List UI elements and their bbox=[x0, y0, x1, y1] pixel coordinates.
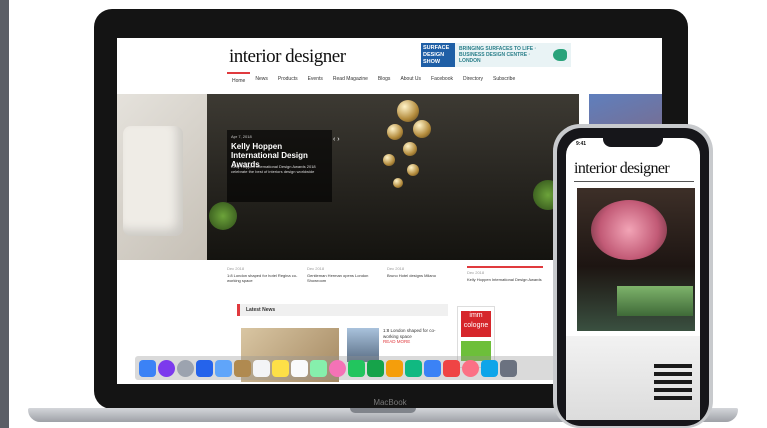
nav-item-subscribe[interactable]: Subscribe bbox=[488, 72, 520, 86]
stair-line bbox=[654, 372, 692, 376]
nav-item-about-us[interactable]: About Us bbox=[395, 72, 426, 86]
laptop-notch bbox=[350, 408, 416, 413]
nav-item-events[interactable]: Events bbox=[303, 72, 328, 86]
thumb-date: Dec 2018 bbox=[467, 270, 485, 275]
slider-thumb[interactable]: Dec 2018 Gentleman Herman opens London S… bbox=[307, 266, 383, 283]
appstore-icon[interactable] bbox=[481, 359, 498, 377]
window-edge bbox=[0, 0, 9, 428]
thumb-title: Bruno Hotel designs Milano bbox=[387, 273, 436, 278]
reminders-icon[interactable] bbox=[291, 359, 308, 377]
nav-item-news[interactable]: News bbox=[250, 72, 273, 86]
macbook-label: MacBook bbox=[373, 398, 407, 407]
nav-item-blogs[interactable]: Blogs bbox=[373, 72, 396, 86]
hero-date: Apr 7, 2018 bbox=[231, 134, 252, 139]
contacts-icon[interactable] bbox=[234, 359, 251, 377]
latest-news-header: Latest News bbox=[237, 304, 448, 316]
pages-icon[interactable] bbox=[386, 359, 403, 377]
nav-item-directory[interactable]: Directory bbox=[458, 72, 488, 86]
news-excerpt: 1:8 London shaped for co-working space R… bbox=[383, 328, 443, 345]
stair-line bbox=[654, 388, 692, 392]
finder-icon[interactable] bbox=[139, 359, 156, 377]
chevron-right-icon[interactable]: › bbox=[337, 136, 339, 143]
safari-icon[interactable] bbox=[196, 359, 213, 377]
numbers-icon[interactable] bbox=[405, 359, 422, 377]
hero-arrows: ‹ › bbox=[333, 136, 340, 143]
music-icon[interactable] bbox=[462, 359, 479, 377]
slider-thumb-active[interactable]: Dec 2018 Kelly Hoppen International Desi… bbox=[467, 266, 543, 283]
pendant-orb bbox=[383, 154, 395, 166]
maps-icon[interactable] bbox=[310, 359, 327, 377]
chevron-left-icon[interactable]: ‹ bbox=[333, 136, 335, 143]
keynote-icon[interactable] bbox=[424, 359, 441, 377]
header-ad-banner[interactable]: SURFACE DESIGN SHOW BRINGING SURFACES TO… bbox=[421, 43, 571, 67]
phone-status-time: 9:41 bbox=[576, 141, 587, 147]
thumb-date: Dec 2018 bbox=[307, 266, 325, 271]
phone-secondary-image[interactable] bbox=[566, 336, 700, 420]
imm-cologne-logo: imm cologne bbox=[461, 311, 491, 337]
macos-dock bbox=[135, 356, 564, 380]
thumb-title: 1:8 London shaped for hotel Regina co-wo… bbox=[227, 273, 298, 283]
bar-counter-image bbox=[617, 286, 693, 316]
read-more-link[interactable]: READ MORE bbox=[383, 339, 443, 345]
thumb-title: Kelly Hoppen International Design Awards bbox=[467, 277, 542, 282]
pendant-orb bbox=[413, 120, 431, 138]
settings-icon[interactable] bbox=[500, 359, 517, 377]
ad-brand: SURFACE DESIGN SHOW bbox=[421, 43, 455, 67]
pendant-orb bbox=[393, 178, 403, 188]
news-title[interactable]: 1:8 London shaped for co-working space bbox=[383, 328, 443, 339]
nav-item-home[interactable]: Home bbox=[227, 72, 251, 88]
facetime-icon[interactable] bbox=[367, 359, 384, 377]
slider-thumb[interactable]: Dec 2018 1:8 London shaped for hotel Reg… bbox=[227, 266, 303, 283]
fish-icon bbox=[553, 49, 567, 61]
stair-line bbox=[654, 380, 692, 384]
stair-line bbox=[654, 396, 692, 400]
notes-icon[interactable] bbox=[272, 359, 289, 377]
hero-slider[interactable]: Apr 7, 2018 Kelly Hoppen International D… bbox=[207, 94, 579, 260]
thumb-date: Dec 2018 bbox=[227, 266, 245, 271]
photos-icon[interactable] bbox=[329, 359, 346, 377]
phone-hero-image[interactable] bbox=[577, 188, 695, 331]
phone-notch bbox=[603, 136, 663, 147]
blossom-tree-image bbox=[591, 200, 667, 260]
main-nav: Home News Products Events Read Magazine … bbox=[227, 72, 520, 86]
pendant-orb bbox=[403, 142, 417, 156]
ad-text: BRINGING SURFACES TO LIFE · BUSINESS DES… bbox=[459, 46, 537, 64]
thumb-date: Dec 2018 bbox=[387, 266, 405, 271]
launchpad-icon[interactable] bbox=[177, 359, 194, 377]
mail-icon[interactable] bbox=[215, 359, 232, 377]
pendant-orb bbox=[397, 100, 419, 122]
phone-site-logo[interactable]: interior designer bbox=[574, 160, 670, 178]
nav-item-products[interactable]: Products bbox=[273, 72, 303, 86]
siri-icon[interactable] bbox=[158, 359, 175, 377]
armchair-image bbox=[123, 126, 183, 236]
messages-icon[interactable] bbox=[348, 359, 365, 377]
nav-item-facebook[interactable]: Facebook bbox=[426, 72, 458, 86]
plant-image bbox=[209, 202, 237, 230]
calendar-icon[interactable] bbox=[253, 359, 270, 377]
site-logo[interactable]: interior designer bbox=[229, 46, 346, 68]
hero-excerpt: Kelly Hoppen International Design Awards… bbox=[231, 164, 316, 174]
pendant-orb bbox=[407, 164, 419, 176]
nav-item-read-magazine[interactable]: Read Magazine bbox=[328, 72, 373, 86]
latest-news-title: Latest News bbox=[246, 307, 276, 313]
slider-thumbnails: Dec 2018 1:8 London shaped for hotel Reg… bbox=[227, 266, 543, 283]
stair-line bbox=[654, 364, 692, 368]
slider-thumb[interactable]: Dec 2018 Bruno Hotel designs Milano bbox=[387, 266, 463, 283]
thumb-title: Gentleman Herman opens London Showroom bbox=[307, 273, 369, 283]
pendant-orb bbox=[387, 124, 403, 140]
news-icon[interactable] bbox=[443, 359, 460, 377]
phone-divider bbox=[574, 181, 694, 182]
